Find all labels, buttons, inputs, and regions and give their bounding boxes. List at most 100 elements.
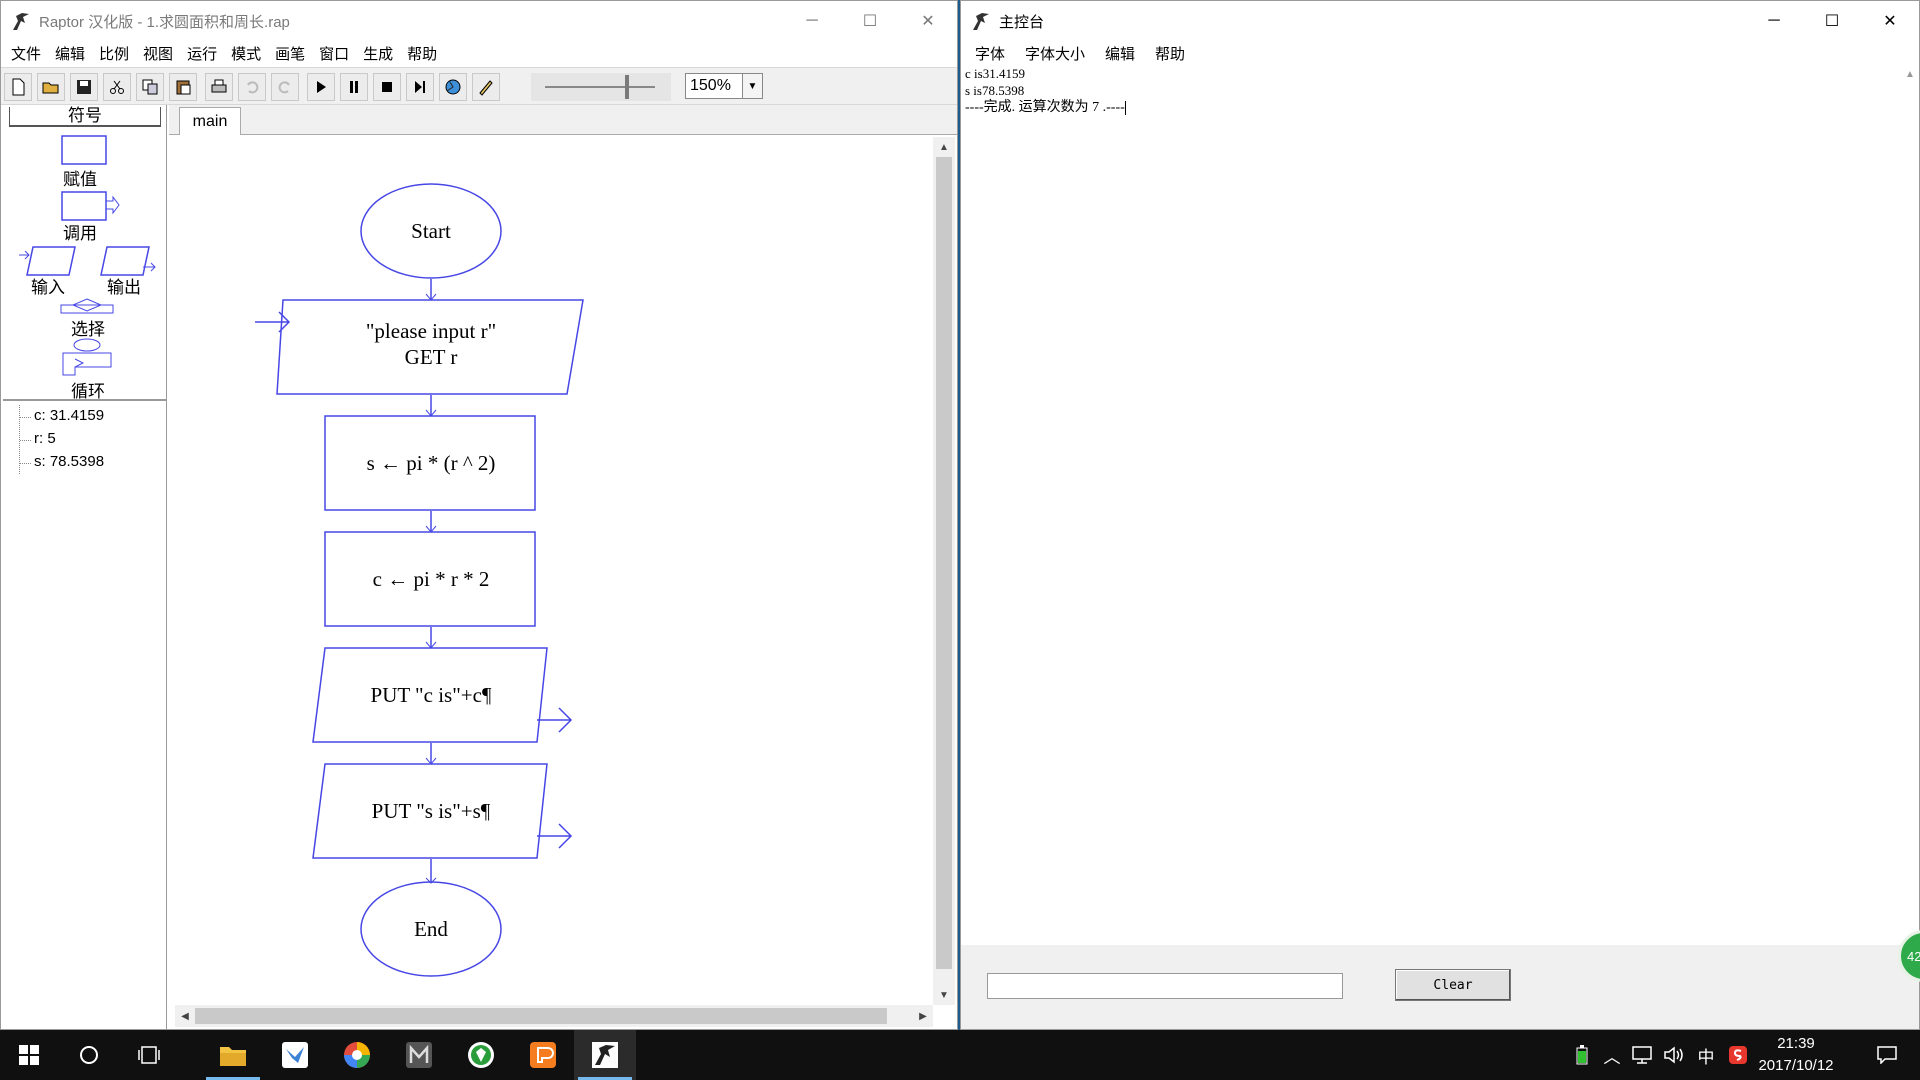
volume-icon[interactable] [1660, 1030, 1688, 1080]
stop-button[interactable] [373, 73, 401, 101]
run-button[interactable] [307, 73, 335, 101]
symbols-panel: 符号 赋值 调用 输入 输出 选择 循环 [3, 105, 167, 401]
redo-button[interactable] [271, 73, 299, 101]
scroll-up-icon[interactable]: ▲ [933, 137, 955, 157]
menu-help[interactable]: 帮助 [401, 43, 445, 64]
close-button[interactable]: ✕ [899, 1, 957, 41]
ime-indicator[interactable]: 中 [1692, 1030, 1720, 1080]
slides-icon [530, 1042, 556, 1068]
variable-r[interactable]: r: 5 [20, 428, 104, 451]
taskbar-clock[interactable]: 21:39 2017/10/12 [1736, 1033, 1856, 1077]
console-window: 主控台 ─ ☐ ✕ 字体 字体大小 编辑 帮助 c is31.4159 s is… [960, 0, 1920, 1030]
output-line: s is78.5398 [965, 83, 1025, 98]
maximize-button[interactable]: ☐ [841, 1, 899, 41]
mail-bird-icon [282, 1042, 308, 1068]
flowchart-canvas[interactable]: Start "please input r" GET r s ← pi * (r… [175, 137, 933, 1005]
new-file-button[interactable] [4, 73, 32, 101]
symbol-call-label: 调用 [63, 224, 97, 243]
menu-generate[interactable]: 生成 [357, 43, 401, 64]
horizontal-scrollbar[interactable]: ◀ ▶ [175, 1005, 933, 1027]
menu-help[interactable]: 帮助 [1145, 43, 1195, 64]
chevron-up-icon[interactable]: ︿ [1600, 1030, 1624, 1080]
menu-view[interactable]: 视图 [137, 43, 181, 64]
chevron-down-icon[interactable]: ▼ [742, 74, 762, 98]
taskbar-app-browser[interactable] [326, 1030, 388, 1080]
variable-c[interactable]: c: 31.4159 [20, 405, 104, 428]
zoom-select[interactable]: 150% ▼ [685, 73, 763, 99]
symbol-output-label: 输出 [107, 278, 141, 297]
console-output[interactable]: c is31.4159 s is78.5398 ----完成. 运算次数为 7 … [965, 65, 1905, 945]
copy-icon [142, 79, 158, 95]
scroll-down-icon[interactable]: ▼ [933, 985, 955, 1005]
taskbar-app-file-explorer[interactable] [202, 1030, 264, 1080]
scroll-thumb[interactable] [936, 157, 952, 969]
variable-s[interactable]: s: 78.5398 [20, 451, 104, 474]
slider-thumb[interactable] [625, 75, 629, 99]
taskbar-app-mail[interactable] [264, 1030, 326, 1080]
raptor-menubar: 文件 编辑 比例 视图 运行 模式 画笔 窗口 生成 帮助 [1, 41, 957, 65]
save-button[interactable] [70, 73, 98, 101]
folder-icon [220, 1047, 246, 1066]
symbol-loop-label: 循环 [71, 382, 105, 401]
tab-main[interactable]: main [179, 107, 241, 135]
raptor-toolbar: 150% ▼ [1, 67, 957, 105]
menu-edit[interactable]: 编辑 [1095, 43, 1145, 64]
vertical-scrollbar[interactable]: ▲ ▼ [933, 137, 955, 1005]
network-icon[interactable] [1628, 1030, 1656, 1080]
raptor-titlebar[interactable]: Raptor 汉化版 - 1.求圆面积和周长.rap ─ ☐ ✕ [1, 1, 957, 41]
menu-run[interactable]: 运行 [181, 43, 225, 64]
new-file-icon [12, 78, 25, 96]
scroll-up-icon[interactable]: ▲ [1901, 69, 1919, 80]
task-view-button[interactable] [122, 1030, 176, 1080]
scroll-left-icon[interactable]: ◀ [175, 1005, 195, 1027]
copy-button[interactable] [136, 73, 164, 101]
output-line: c is31.4159 [965, 66, 1025, 81]
output-line: ----完成. 运算次数为 7 .---- [965, 100, 1125, 115]
output-c-text: PUT "c is"+c¶ [371, 683, 492, 707]
console-window-title: 主控台 [999, 13, 1045, 31]
maximize-button[interactable]: ☐ [1803, 1, 1861, 41]
console-titlebar[interactable]: 主控台 ─ ☐ ✕ [961, 1, 1919, 41]
taskbar-app-green[interactable] [450, 1030, 512, 1080]
console-input[interactable] [987, 973, 1343, 999]
taskbar-app-m[interactable] [388, 1030, 450, 1080]
taskbar-app-slides[interactable] [512, 1030, 574, 1080]
step-button[interactable] [406, 73, 434, 101]
loop-icon [62, 338, 112, 376]
paste-button[interactable] [169, 73, 197, 101]
menu-font-size[interactable]: 字体大小 [1015, 43, 1095, 64]
print-button[interactable] [205, 73, 233, 101]
ink-pen-button[interactable] [472, 73, 500, 101]
symbol-loop[interactable] [61, 337, 115, 382]
scroll-thumb[interactable] [195, 1008, 887, 1024]
open-file-button[interactable] [37, 73, 65, 101]
minimize-button[interactable]: ─ [783, 1, 841, 41]
menu-file[interactable]: 文件 [5, 43, 49, 64]
undo-button[interactable] [238, 73, 266, 101]
action-center-button[interactable] [1860, 1030, 1914, 1080]
cut-button[interactable] [103, 73, 131, 101]
menu-edit[interactable]: 编辑 [49, 43, 93, 64]
menu-font[interactable]: 字体 [965, 43, 1015, 64]
clear-button[interactable]: Clear [1395, 969, 1511, 1001]
taskbar-app-raptor[interactable] [574, 1030, 636, 1080]
minimize-button[interactable]: ─ [1745, 1, 1803, 41]
globe-icon [445, 79, 461, 95]
menu-ink[interactable]: 画笔 [269, 43, 313, 64]
windows-logo-icon [19, 1045, 39, 1065]
battery-icon[interactable] [1570, 1030, 1594, 1080]
search-button[interactable] [62, 1030, 116, 1080]
close-button[interactable]: ✕ [1861, 1, 1919, 41]
selection-diamond-icon [60, 298, 114, 314]
menu-scale[interactable]: 比例 [93, 43, 137, 64]
scroll-right-icon[interactable]: ▶ [913, 1005, 933, 1027]
pause-icon [350, 81, 358, 93]
console-scrollbar[interactable]: ▲ [1901, 65, 1919, 945]
menu-window[interactable]: 窗口 [313, 43, 357, 64]
output-s-text: PUT "s is"+s¶ [372, 799, 491, 823]
menu-mode[interactable]: 模式 [225, 43, 269, 64]
start-button[interactable] [0, 1030, 58, 1080]
zoom-slider[interactable] [531, 73, 671, 101]
test-server-button[interactable] [439, 73, 467, 101]
pause-button[interactable] [340, 73, 368, 101]
